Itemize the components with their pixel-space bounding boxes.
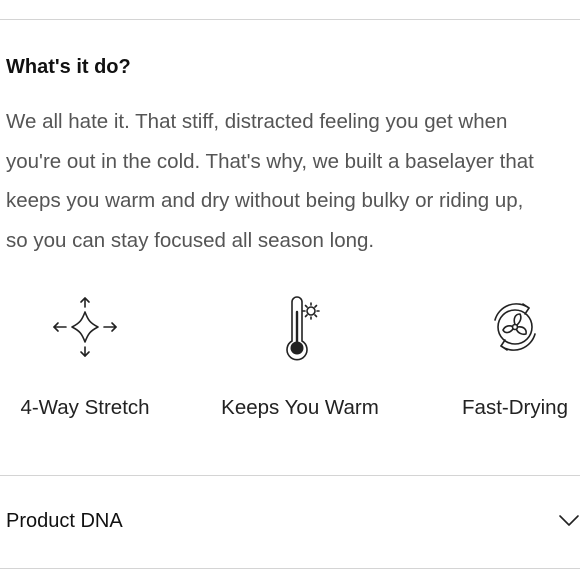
four-way-arrows-icon xyxy=(53,297,117,357)
feature-label: Fast-Drying xyxy=(462,396,568,419)
feature-fast-drying: Fast-Drying xyxy=(440,292,580,427)
feature-label: 4-Way Stretch xyxy=(20,396,150,419)
accordion-title: Product DNA xyxy=(6,510,123,532)
middle-divider xyxy=(0,475,580,476)
bottom-divider xyxy=(0,568,580,569)
feature-stretch: 4-Way Stretch xyxy=(0,292,170,427)
fan-cycle-icon xyxy=(494,303,536,351)
section-heading: What's it do? xyxy=(6,56,131,78)
chevron-down-icon[interactable] xyxy=(558,512,580,528)
top-divider xyxy=(0,19,580,20)
feature-warm: Keeps You Warm xyxy=(220,292,380,427)
feature-label: Keeps You Warm xyxy=(221,396,379,419)
section-description: We all hate it. That stiff, distracted f… xyxy=(6,110,534,252)
thermometer-sun-icon xyxy=(286,296,320,361)
